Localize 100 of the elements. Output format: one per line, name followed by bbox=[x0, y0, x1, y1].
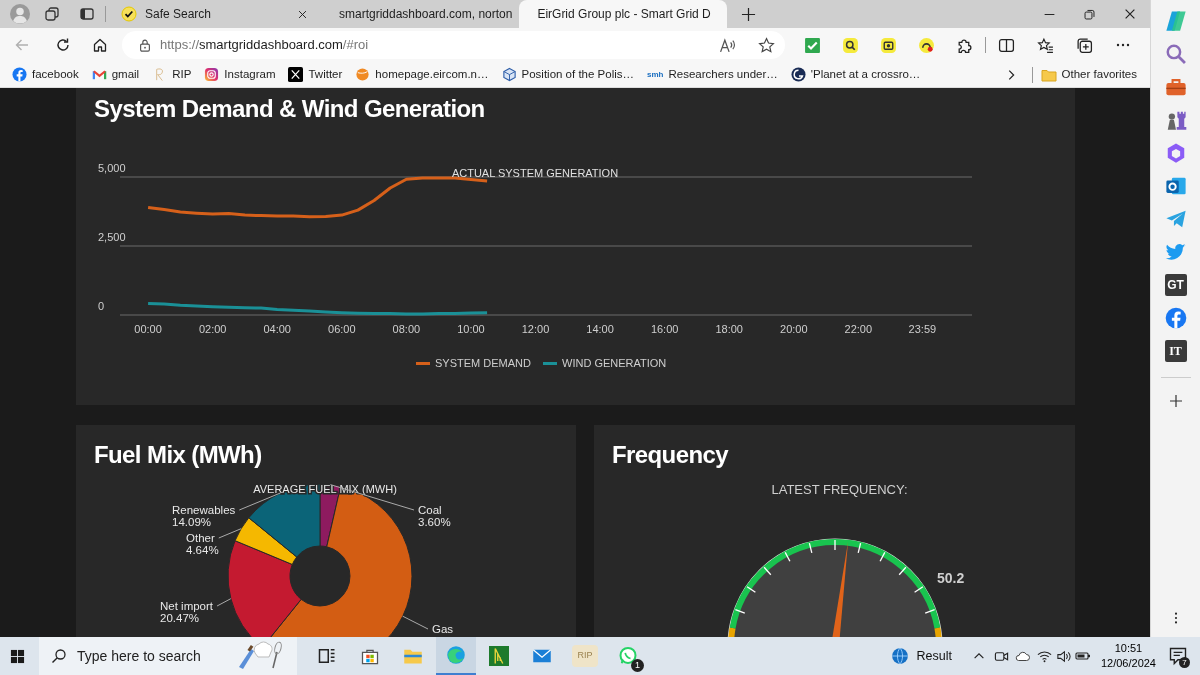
workspaces-icon[interactable] bbox=[44, 6, 60, 22]
leader-line bbox=[238, 492, 282, 511]
count-badge: 1 bbox=[631, 659, 644, 672]
app-logo: RIP bbox=[572, 645, 598, 667]
globe-icon bbox=[890, 647, 909, 665]
axis-label: 04:00 bbox=[263, 323, 291, 335]
bookmark[interactable]: gmail bbox=[91, 65, 140, 84]
axis-label: 22:00 bbox=[844, 323, 873, 335]
site-logo-icon bbox=[355, 67, 371, 82]
leader-line bbox=[216, 598, 232, 607]
axis-label: 08:00 bbox=[392, 323, 421, 335]
data-label: Net import 20.47% bbox=[160, 600, 214, 624]
app-logo[interactable]: IT bbox=[1164, 340, 1187, 362]
harp-app-icon bbox=[489, 646, 509, 666]
axis-label: 00:00 bbox=[134, 323, 162, 335]
bookmark[interactable]: RIP bbox=[152, 65, 192, 84]
bookmark[interactable]: Position of the Polis… bbox=[501, 65, 635, 84]
split-screen-icon[interactable] bbox=[998, 36, 1015, 54]
edge-icon bbox=[446, 645, 466, 665]
legend-item[interactable]: SYSTEM DEMAND bbox=[416, 357, 531, 369]
bookmark[interactable]: smh Researchers under… bbox=[647, 65, 778, 84]
panel-title: Fuel Mix (MWh) bbox=[94, 440, 263, 470]
read-aloud-icon[interactable] bbox=[719, 36, 736, 54]
axis-label: 0 bbox=[98, 300, 105, 312]
bookmark[interactable]: homepage.eircom.n… bbox=[355, 65, 489, 84]
record-extension-icon[interactable] bbox=[918, 36, 935, 54]
windows-icon[interactable] bbox=[10, 648, 25, 664]
app-logo[interactable]: GT bbox=[1164, 274, 1187, 296]
lock-icon[interactable] bbox=[138, 38, 152, 52]
data-label: Gas bbox=[432, 623, 454, 635]
tab-title: smartgriddashboard.com, norton bbox=[339, 6, 513, 23]
data-label: Coal 3.60% bbox=[418, 504, 451, 528]
paper-plane-icon[interactable] bbox=[1164, 208, 1187, 230]
tab-title: Safe Search bbox=[145, 6, 213, 23]
wifi-icon[interactable] bbox=[1036, 648, 1052, 664]
leader-line bbox=[218, 528, 242, 539]
close-icon[interactable] bbox=[1123, 7, 1137, 21]
taskbar-app[interactable]: 1 bbox=[608, 637, 648, 675]
browser-tab[interactable]: EirGrid Group plc - Smart Grid D bbox=[519, 0, 727, 28]
home-icon[interactable] bbox=[92, 37, 108, 53]
axis-label: 2,500 bbox=[98, 231, 126, 243]
clock[interactable]: 10:51 12/06/2024 bbox=[1100, 641, 1156, 671]
axis-label: 20:00 bbox=[780, 323, 808, 335]
add-icon[interactable] bbox=[1167, 393, 1184, 409]
axis-label: 10:00 bbox=[457, 323, 485, 335]
bookmark[interactable]: facebook bbox=[12, 65, 79, 84]
axis-label: 12:00 bbox=[521, 323, 550, 335]
weather-widget[interactable]: Result bbox=[890, 637, 952, 675]
camera-extension-icon[interactable] bbox=[880, 36, 897, 54]
kitchen-tools-drawing bbox=[237, 641, 283, 671]
data-label: Other 4.64% bbox=[186, 532, 219, 556]
browser-tab[interactable]: smartgriddashboard.com, norton bbox=[321, 0, 514, 28]
axis-label: 18:00 bbox=[715, 323, 743, 335]
bookmark[interactable]: 'Planet at a crossro… bbox=[790, 65, 921, 84]
search-input[interactable]: Type here to search bbox=[77, 645, 227, 667]
legend-item[interactable]: WIND GENERATION bbox=[543, 357, 667, 369]
toolbox-icon[interactable] bbox=[1164, 76, 1187, 98]
bookmark[interactable]: Twitter bbox=[288, 65, 343, 84]
close-icon[interactable] bbox=[297, 8, 308, 20]
magnifier-extension-icon[interactable] bbox=[842, 36, 859, 54]
axis-label: 23:59 bbox=[908, 323, 937, 335]
leader-line bbox=[402, 615, 429, 630]
url-text: https://smartgriddashboard.com/#roi bbox=[160, 36, 369, 55]
other-favorites-button[interactable]: Other favorites bbox=[1040, 65, 1137, 84]
x-logo-icon bbox=[288, 67, 304, 82]
cube-icon bbox=[501, 67, 517, 82]
new-tab-icon[interactable] bbox=[741, 6, 756, 22]
axis-label: 5,000 bbox=[98, 162, 126, 174]
gauge-title: LATEST FREQUENCY: bbox=[770, 482, 908, 498]
check-extension-icon[interactable] bbox=[804, 36, 821, 54]
task-view-icon bbox=[317, 646, 337, 666]
refresh-icon[interactable] bbox=[55, 37, 71, 53]
instagram-icon bbox=[204, 67, 220, 82]
legend-label: SYSTEM DEMAND bbox=[435, 357, 532, 369]
browser-tab[interactable]: Safe Search bbox=[111, 0, 316, 28]
axis-label: 14:00 bbox=[586, 323, 614, 335]
axis-label: 06:00 bbox=[328, 323, 356, 335]
address-field[interactable]: https://smartgriddashboard.com/#roi bbox=[122, 31, 785, 59]
search-icon[interactable] bbox=[1164, 43, 1187, 65]
bookmark[interactable]: Instagram bbox=[204, 65, 276, 84]
legend-label: WIND GENERATION bbox=[562, 357, 667, 369]
mail-logo-icon bbox=[91, 67, 107, 82]
gauge-label: 50.2 bbox=[937, 570, 965, 586]
volume-icon[interactable] bbox=[1055, 648, 1071, 664]
favorites-icon[interactable] bbox=[1037, 36, 1054, 54]
whatsapp-icon bbox=[618, 646, 638, 666]
taskbar-search[interactable]: Type here to search bbox=[39, 637, 297, 675]
copilot-icon[interactable] bbox=[1164, 10, 1187, 32]
facebook-icon[interactable] bbox=[1164, 307, 1187, 329]
bird-icon[interactable] bbox=[1164, 241, 1187, 263]
tab-actions-icon[interactable] bbox=[79, 6, 95, 22]
star-icon[interactable] bbox=[758, 36, 775, 54]
axis-label: 02:00 bbox=[198, 323, 227, 335]
outlook-icon[interactable] bbox=[1164, 175, 1187, 197]
collections-icon[interactable] bbox=[1076, 36, 1093, 54]
chart-title: ACTUAL SYSTEM GENERATION bbox=[451, 167, 619, 179]
check-icon bbox=[121, 6, 137, 22]
planet-logo-icon bbox=[790, 67, 806, 82]
restore-icon[interactable] bbox=[1083, 7, 1096, 21]
panel-title: System Demand & Wind Generation bbox=[94, 94, 486, 124]
